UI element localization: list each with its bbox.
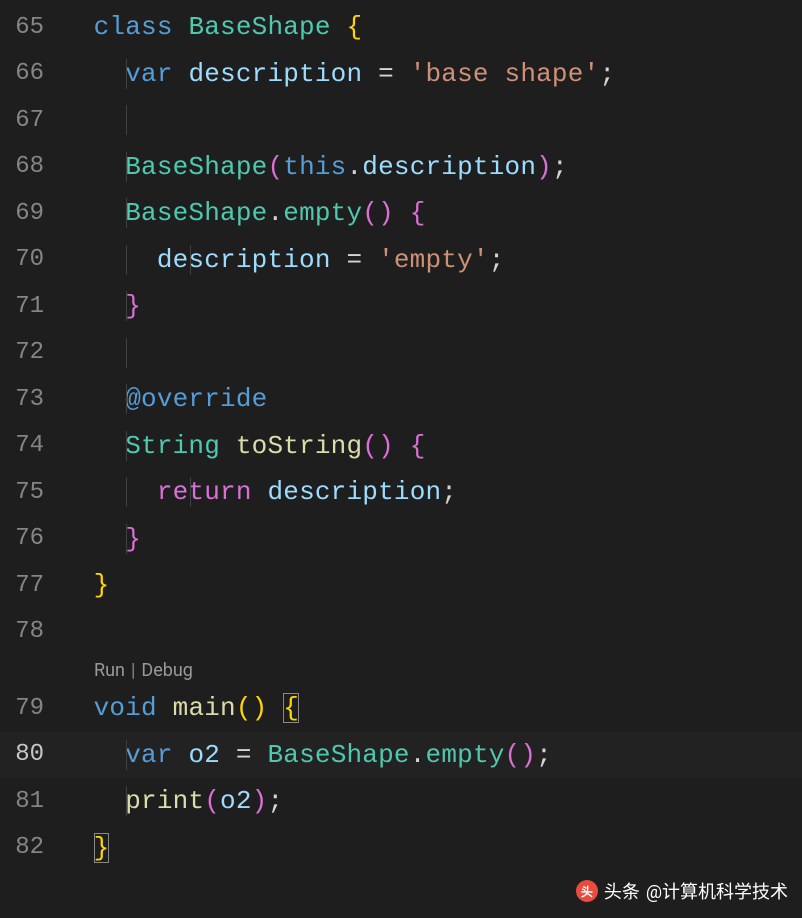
code-content[interactable]: }	[62, 291, 141, 321]
code-content[interactable]: String toString() {	[62, 431, 426, 461]
line-number: 73	[0, 386, 62, 413]
codelens: Run | Debug	[0, 655, 802, 685]
line-number: 82	[0, 834, 62, 861]
code-line[interactable]: 79 void main() {	[0, 685, 802, 732]
code-line[interactable]: 74 String toString() {	[0, 423, 802, 470]
line-number: 69	[0, 200, 62, 227]
code-content[interactable]: return description;	[62, 477, 457, 507]
code-content[interactable]: var o2 = BaseShape.empty();	[62, 740, 552, 770]
line-number: 79	[0, 695, 62, 722]
code-line[interactable]: 76 }	[0, 516, 802, 563]
code-content[interactable]	[62, 338, 125, 368]
code-line[interactable]: 73 @override	[0, 376, 802, 423]
line-number: 80	[0, 741, 62, 768]
code-line[interactable]: 77 }	[0, 562, 802, 609]
code-line[interactable]: 72	[0, 330, 802, 377]
code-content[interactable]: @override	[62, 384, 267, 414]
code-content[interactable]	[62, 105, 125, 135]
watermark: 头 头条 @计算机科学技术	[576, 878, 788, 904]
code-line[interactable]: 75 return description;	[0, 469, 802, 516]
codelens-debug[interactable]: Debug	[141, 660, 193, 681]
line-number: 77	[0, 572, 62, 599]
codelens-run[interactable]: Run	[94, 660, 125, 681]
line-number: 78	[0, 618, 62, 645]
code-line[interactable]: 65 class BaseShape {	[0, 4, 802, 51]
line-number: 75	[0, 479, 62, 506]
watermark-handle: @计算机科学技术	[646, 878, 788, 904]
line-number: 68	[0, 153, 62, 180]
line-number: 81	[0, 788, 62, 815]
code-line-active[interactable]: 80 var o2 = BaseShape.empty();	[0, 732, 802, 779]
code-editor[interactable]: 65 class BaseShape { 66 var description …	[0, 0, 802, 871]
line-number: 71	[0, 293, 62, 320]
code-line[interactable]: 81 print(o2);	[0, 778, 802, 825]
line-number: 72	[0, 339, 62, 366]
code-content[interactable]	[62, 617, 78, 647]
watermark-icon: 头	[576, 880, 598, 902]
code-content[interactable]: var description = 'base shape';	[62, 59, 615, 89]
code-line[interactable]: 70 description = 'empty';	[0, 237, 802, 284]
code-content[interactable]: print(o2);	[62, 786, 283, 816]
code-content[interactable]: void main() {	[62, 693, 299, 723]
line-number: 70	[0, 246, 62, 273]
code-content[interactable]: description = 'empty';	[62, 245, 505, 275]
code-content[interactable]: class BaseShape {	[62, 12, 362, 42]
line-number: 65	[0, 14, 62, 41]
code-content[interactable]: }	[62, 524, 141, 554]
code-line[interactable]: 69 BaseShape.empty() {	[0, 190, 802, 237]
code-content[interactable]: BaseShape(this.description);	[62, 152, 568, 182]
code-line[interactable]: 78	[0, 609, 802, 656]
codelens-separator: |	[131, 660, 135, 681]
line-number: 76	[0, 525, 62, 552]
code-line[interactable]: 68 BaseShape(this.description);	[0, 144, 802, 191]
code-line[interactable]: 71 }	[0, 283, 802, 330]
line-number: 74	[0, 432, 62, 459]
code-content[interactable]: }	[62, 833, 109, 863]
code-line[interactable]: 82 }	[0, 825, 802, 872]
line-number: 66	[0, 60, 62, 87]
code-line[interactable]: 66 var description = 'base shape';	[0, 51, 802, 98]
line-number: 67	[0, 107, 62, 134]
code-content[interactable]: }	[62, 570, 109, 600]
watermark-prefix: 头条	[604, 878, 640, 904]
code-line[interactable]: 67	[0, 97, 802, 144]
code-content[interactable]: BaseShape.empty() {	[62, 198, 426, 228]
